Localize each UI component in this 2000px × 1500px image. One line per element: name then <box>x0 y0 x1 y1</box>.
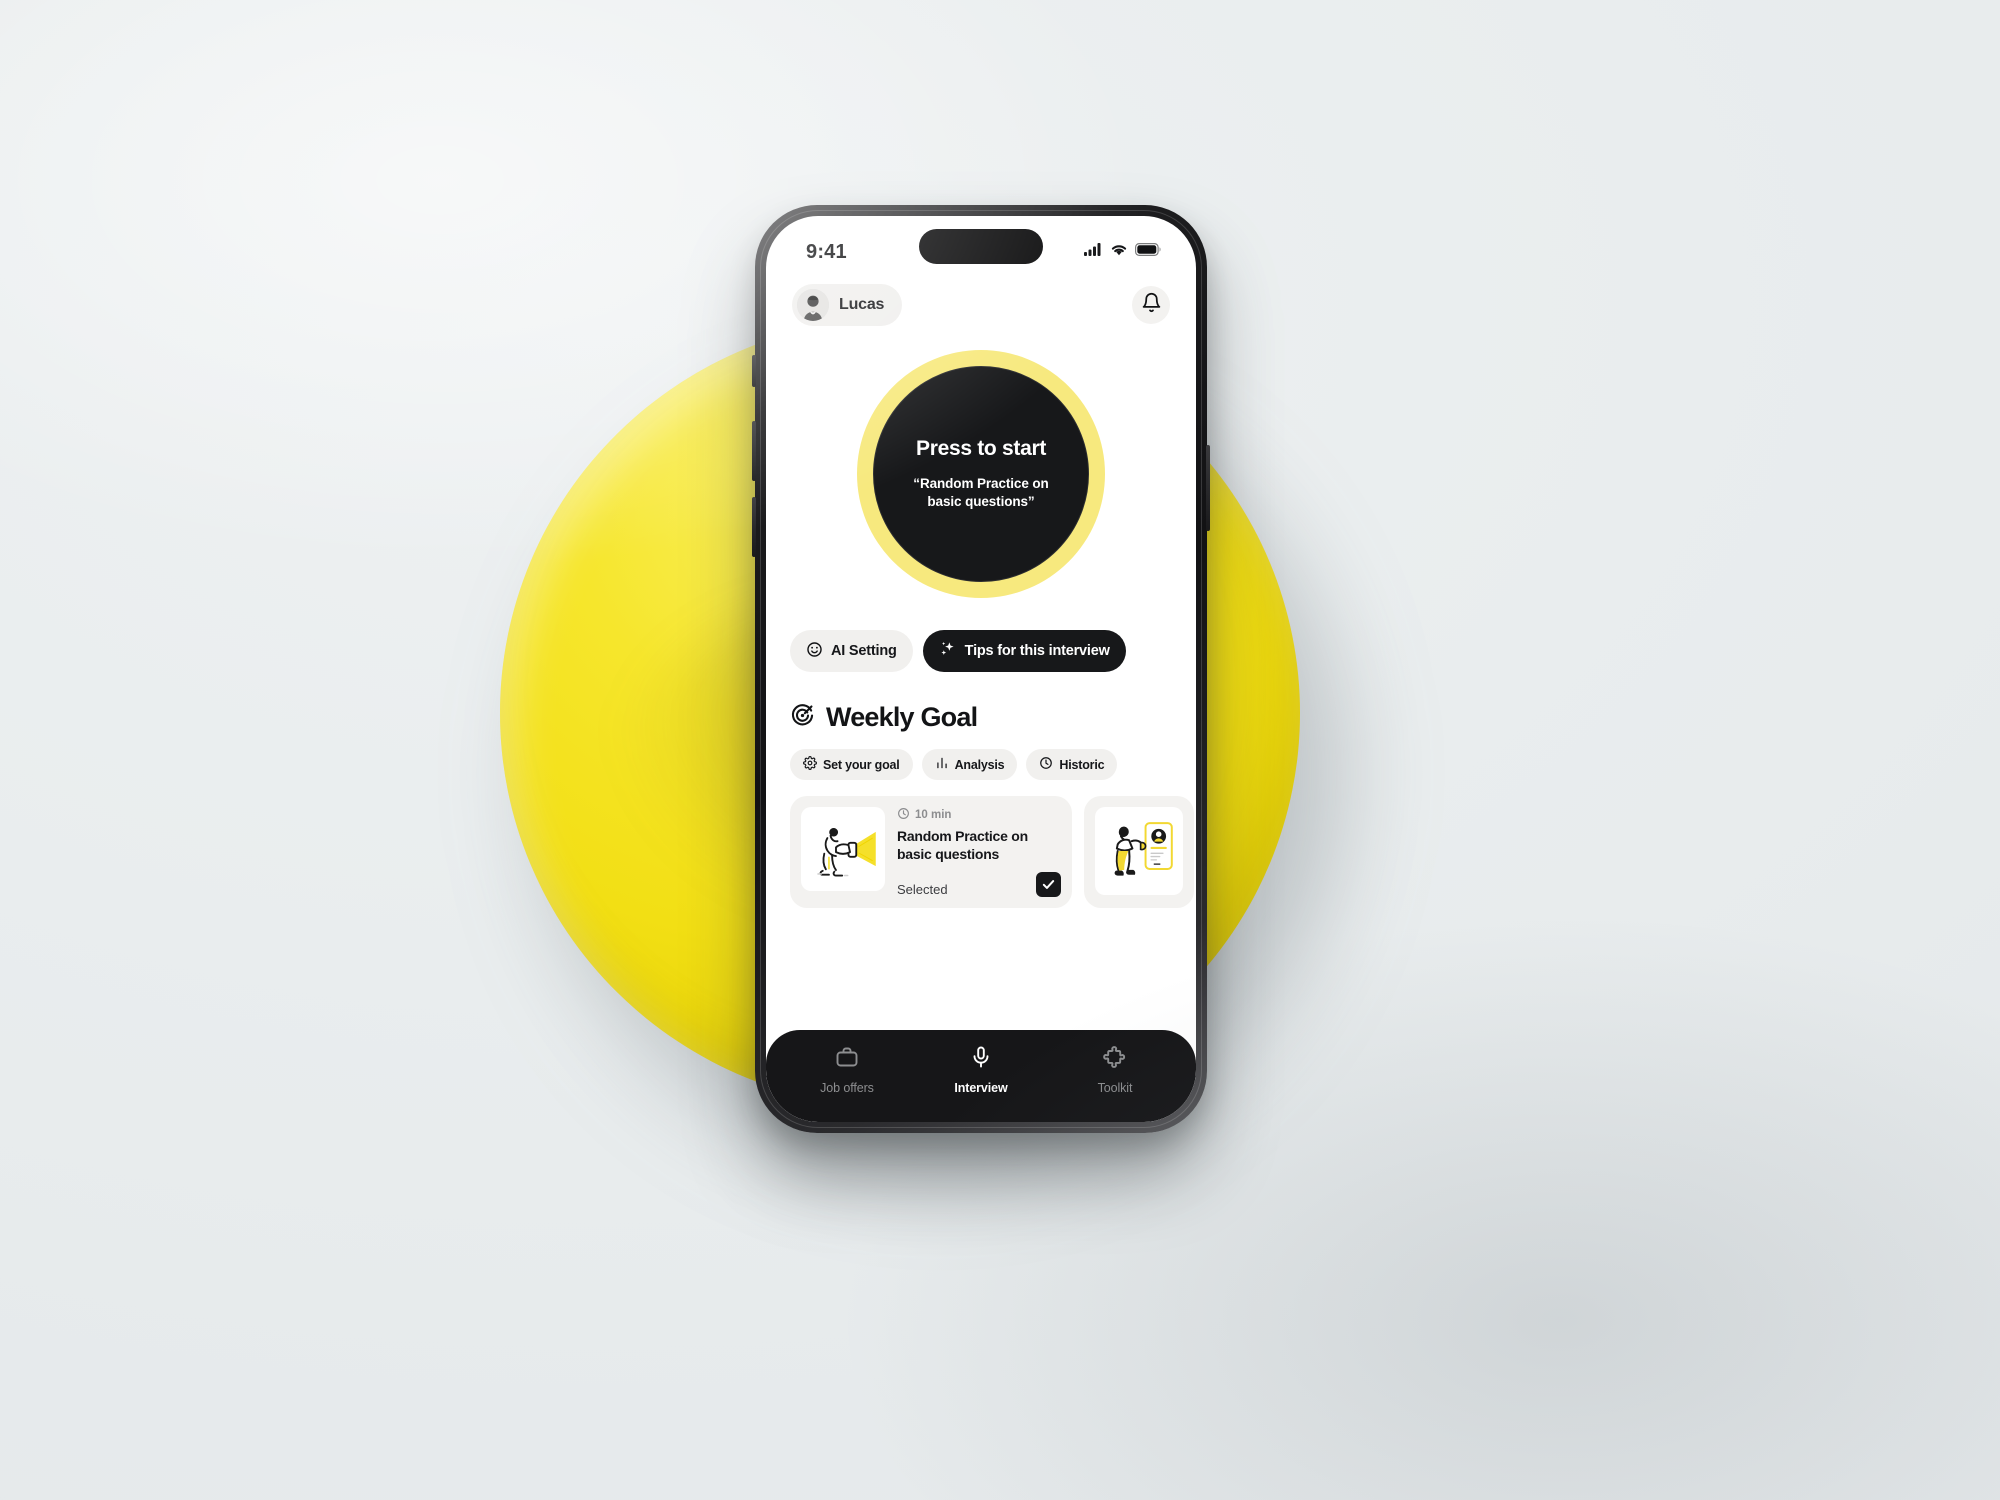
bar-chart-icon <box>935 756 949 773</box>
bottom-navigation: Job offers Interview Toolkit <box>766 1030 1196 1122</box>
practice-card-status: Selected <box>897 881 948 897</box>
weekly-goal-section: Weekly Goal Set your goal Analysis Histo… <box>766 672 1196 780</box>
avatar <box>797 289 829 321</box>
start-section: Press to start “Random Practice on basic… <box>766 326 1196 598</box>
duration-label: 10 min <box>915 809 952 821</box>
practice-card-duration: 10 min <box>897 807 1061 823</box>
smiley-icon <box>806 641 823 662</box>
nav-label-interview: Interview <box>954 1081 1008 1095</box>
phone-device: 9:41 Lucas Press to start “Random Practi… <box>752 205 1210 1133</box>
bell-icon <box>1141 292 1162 318</box>
action-chip-row: AI Setting Tips for this interview <box>766 598 1196 672</box>
practice-card-footer: Selected <box>897 864 1061 897</box>
gear-icon <box>803 756 817 773</box>
practice-card-title: Random Practice on basic questions <box>897 828 1028 862</box>
practice-card-list[interactable]: 10 min Random Practice on basic question… <box>766 780 1196 908</box>
weekly-goal-filters: Set your goal Analysis Historic <box>790 733 1172 780</box>
analysis-label: Analysis <box>954 757 1005 772</box>
resume-review-person-illustration <box>1095 807 1183 895</box>
ai-setting-label: AI Setting <box>831 643 897 659</box>
cellular-signal-icon <box>1084 243 1103 261</box>
practice-card-next[interactable] <box>1084 796 1194 908</box>
wifi-icon <box>1110 243 1128 261</box>
silent-switch[interactable] <box>752 355 756 387</box>
briefcase-icon <box>835 1045 859 1074</box>
volume-down-button[interactable] <box>752 497 756 557</box>
page-title: Weekly Goal <box>826 702 978 732</box>
volume-up-button[interactable] <box>752 421 756 481</box>
status-icons <box>1084 243 1162 261</box>
start-button-ring: Press to start “Random Practice on basic… <box>857 350 1105 598</box>
practice-card-checkbox[interactable] <box>1036 871 1061 897</box>
nav-label-toolkit: Toolkit <box>1097 1081 1133 1095</box>
microphone-icon <box>969 1045 993 1074</box>
puzzle-piece-icon <box>1103 1045 1127 1074</box>
historic-button[interactable]: Historic <box>1026 749 1118 780</box>
notifications-button[interactable] <box>1132 286 1170 324</box>
weekly-goal-header: Weekly Goal <box>790 702 1172 733</box>
battery-icon <box>1135 243 1162 261</box>
nav-item-job-offers[interactable]: Job offers <box>801 1045 893 1095</box>
phone-screen: 9:41 Lucas Press to start “Random Practi… <box>766 216 1196 1122</box>
set-your-goal-label: Set your goal <box>823 757 900 772</box>
historic-label: Historic <box>1059 757 1105 772</box>
analysis-button[interactable]: Analysis <box>921 749 1018 780</box>
app-content: Lucas Press to start “Random Practice on… <box>766 274 1196 1122</box>
scene: 9:41 Lucas Press to start “Random Practi… <box>0 0 2000 1500</box>
status-time: 9:41 <box>806 240 847 263</box>
flashlight-person-illustration <box>801 807 885 891</box>
status-bar: 9:41 <box>766 216 1196 274</box>
target-icon <box>790 703 815 733</box>
clock-icon <box>897 807 910 823</box>
nav-item-toolkit[interactable]: Toolkit <box>1069 1045 1161 1095</box>
practice-card-selected[interactable]: 10 min Random Practice on basic question… <box>790 796 1072 908</box>
start-title: Press to start <box>915 436 1047 460</box>
nav-item-interview[interactable]: Interview <box>935 1045 1027 1095</box>
tips-for-interview-button[interactable]: Tips for this interview <box>922 630 1126 672</box>
power-button[interactable] <box>1206 445 1210 531</box>
set-your-goal-button[interactable]: Set your goal <box>790 749 913 780</box>
app-top-bar: Lucas <box>766 274 1196 326</box>
press-to-start-button[interactable]: Press to start “Random Practice on basic… <box>873 366 1089 582</box>
nav-label-job-offers: Job offers <box>820 1081 874 1095</box>
user-name: Lucas <box>839 296 885 313</box>
practice-card-body: 10 min Random Practice on basic question… <box>897 807 1061 897</box>
clock-icon <box>1039 756 1053 773</box>
ai-setting-button[interactable]: AI Setting <box>790 630 913 672</box>
user-profile-pill[interactable]: Lucas <box>792 284 903 326</box>
start-subtitle: “Random Practice on basic questions” <box>913 475 1049 509</box>
dynamic-island <box>919 229 1043 264</box>
sparkle-icon <box>939 640 957 662</box>
tips-label: Tips for this interview <box>964 643 1110 659</box>
